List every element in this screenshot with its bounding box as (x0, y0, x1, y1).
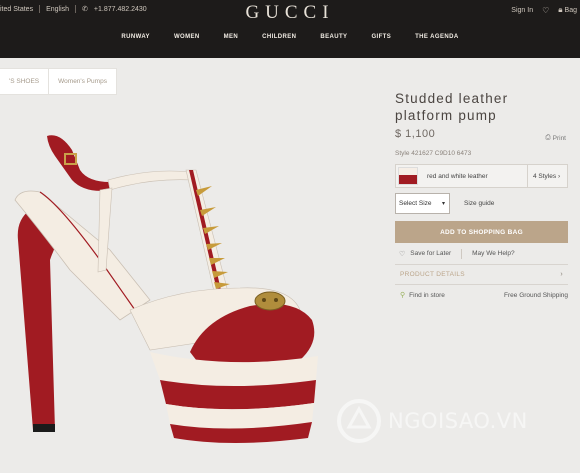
styles-button[interactable]: 4 Styles › (533, 173, 560, 180)
watermark: NGOISAO.VN (335, 397, 528, 445)
print-icon: ⎙ (545, 134, 551, 141)
styles-count: 4 Styles (533, 172, 557, 180)
may-we-help-link[interactable]: May We Help? (472, 250, 515, 257)
bag-icon: 🔒︎ (558, 5, 563, 14)
sign-in-link[interactable]: Sign In (511, 7, 533, 14)
color-selector[interactable]: red and white leather 4 Styles › (395, 164, 568, 188)
ankle-strap (47, 135, 112, 191)
size-row: Select Size ▾ Size guide (395, 193, 568, 214)
heart-icon[interactable]: ♡ (542, 6, 549, 15)
product-title-line: platform pump (395, 108, 497, 123)
divider (461, 248, 463, 259)
product-title-line: Studded leather (395, 91, 509, 106)
nav-beauty[interactable]: BEAUTY (308, 34, 359, 40)
product-panel: Studded leather platform pump $ 1,100 ⎙ … (395, 90, 568, 305)
nav-women[interactable]: WOMEN (162, 34, 212, 40)
size-select[interactable]: Select Size ▾ (395, 193, 450, 214)
print-label: Print (552, 134, 566, 142)
size-guide-link[interactable]: Size guide (464, 200, 494, 207)
watermark-logo-icon (337, 399, 381, 443)
nav-children[interactable]: CHILDREN (250, 34, 308, 40)
product-title: Studded leather platform pump (395, 90, 568, 124)
product-image (14, 135, 318, 443)
lion-head-ornament (254, 291, 286, 311)
heart-icon: ♡ (399, 250, 406, 258)
watermark-text: NGOISAO.VN (388, 409, 528, 433)
shipping-info: Free Ground Shipping (504, 291, 568, 299)
utility-right: Sign In ♡ 🔒︎ Bag (511, 5, 577, 15)
breadcrumb: 'S SHOES Women's Pumps (0, 68, 117, 95)
print-button[interactable]: ⎙ Print (545, 134, 566, 142)
product-price: $ 1,100 (395, 128, 436, 140)
bag-label: Bag (564, 6, 577, 14)
breadcrumb-womens-pumps[interactable]: Women's Pumps (49, 78, 116, 85)
chevron-right-icon: › (560, 271, 563, 278)
nav-the-agenda[interactable]: THE AGENDA (403, 34, 470, 40)
chevron-right-icon: › (557, 172, 561, 180)
bag-link[interactable]: 🔒︎ Bag (558, 5, 577, 15)
style-number: Style 421627 C9D10 6473 (395, 150, 472, 157)
color-swatch (398, 167, 418, 185)
store-shipping-row: ⚲ Find in store Free Ground Shipping (395, 285, 568, 305)
location-pin-icon: ⚲ (400, 292, 406, 299)
gucci-logo[interactable]: GUCCI (0, 2, 580, 24)
find-in-store-link[interactable]: ⚲ Find in store (400, 291, 445, 300)
breadcrumb-shoes[interactable]: 'S SHOES (0, 78, 48, 85)
color-name: red and white leather (427, 172, 488, 180)
product-details-toggle[interactable]: PRODUCT DETAILS › (395, 265, 568, 285)
nav-runway[interactable]: RUNWAY (109, 34, 162, 40)
top-header: ited States English ✆ +1.877.482.2430 GU… (0, 0, 580, 58)
nav-men[interactable]: MEN (212, 34, 251, 40)
main-nav: RUNWAY WOMEN MEN CHILDREN BEAUTY GIFTS T… (0, 34, 580, 40)
add-to-bag-button[interactable]: ADD TO SHOPPING BAG (395, 221, 568, 243)
size-select-value: Select Size (399, 200, 432, 207)
find-in-store-label: Find in store (409, 291, 445, 299)
heel-tip (33, 424, 55, 432)
save-for-later-link[interactable]: Save for Later (410, 250, 451, 257)
nav-gifts[interactable]: GIFTS (359, 34, 403, 40)
product-details-label: PRODUCT DETAILS (400, 271, 465, 278)
divider (527, 165, 528, 187)
save-help-row: ♡ Save for Later May We Help? (395, 248, 568, 265)
chevron-down-icon: ▾ (441, 201, 445, 207)
